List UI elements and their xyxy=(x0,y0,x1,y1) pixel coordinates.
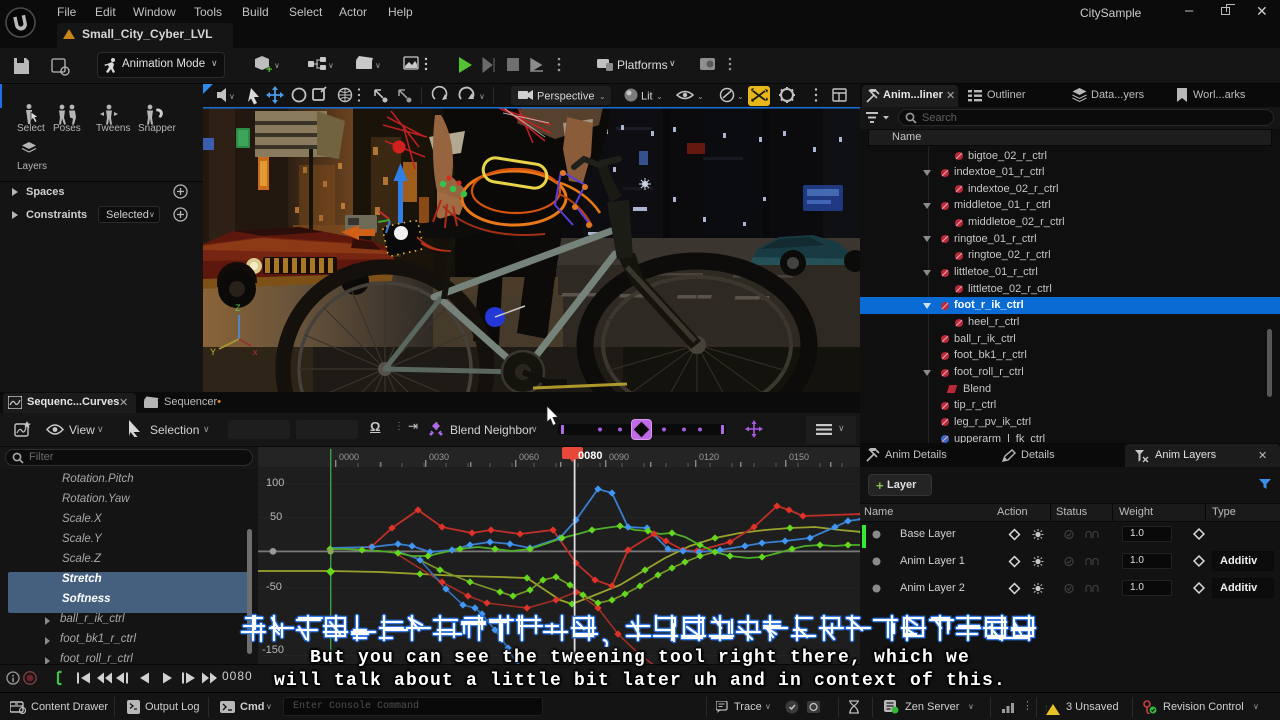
svg-text:0060: 0060 xyxy=(519,452,539,462)
svg-text:0030: 0030 xyxy=(429,452,449,462)
svg-text:x: x xyxy=(253,347,258,357)
svg-text:Y: Y xyxy=(210,347,216,357)
svg-text:Select: Select xyxy=(17,123,45,134)
svg-text:Snapper: Snapper xyxy=(138,123,176,134)
svg-text:Lit: Lit xyxy=(641,91,653,103)
svg-text:∨: ∨ xyxy=(274,61,280,70)
svg-text:⌄: ⌄ xyxy=(656,92,663,101)
svg-text:⌄: ⌄ xyxy=(697,92,704,101)
svg-text:0080: 0080 xyxy=(578,450,602,462)
svg-text:⌄: ⌄ xyxy=(599,92,606,101)
svg-text:∨: ∨ xyxy=(229,92,235,101)
svg-text:Perspective: Perspective xyxy=(537,91,594,103)
svg-text:+: + xyxy=(266,64,272,76)
svg-text:Z: Z xyxy=(235,303,241,313)
svg-text:Tweens: Tweens xyxy=(96,123,130,134)
svg-text:⌄: ⌄ xyxy=(737,92,744,101)
svg-text:0090: 0090 xyxy=(609,452,629,462)
svg-text:0120: 0120 xyxy=(699,452,719,462)
svg-text:∨: ∨ xyxy=(328,61,334,70)
svg-text:Poses: Poses xyxy=(53,123,81,134)
svg-text:∨: ∨ xyxy=(479,92,485,101)
svg-text:Layers: Layers xyxy=(17,161,47,172)
svg-text:∨: ∨ xyxy=(375,61,381,70)
svg-text:0150: 0150 xyxy=(789,452,809,462)
svg-text:0000: 0000 xyxy=(339,452,359,462)
